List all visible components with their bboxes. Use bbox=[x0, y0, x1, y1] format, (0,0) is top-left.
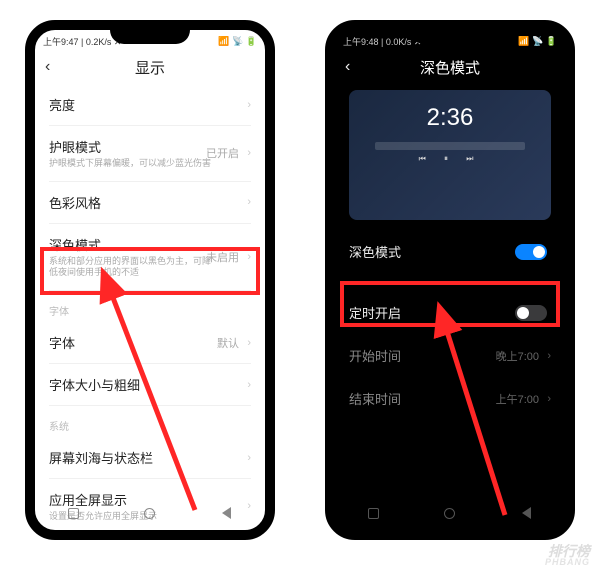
section-system: 系统 bbox=[49, 406, 251, 437]
media-controls-icon: ⏮ ⏸ ⏭ bbox=[375, 154, 525, 164]
row-fontsize[interactable]: 字体大小与粗细 › bbox=[49, 364, 251, 406]
row-eyecare[interactable]: 护眼模式 护眼模式下屏幕偏暖，可以减少蓝光伤害 已开启 › bbox=[49, 126, 251, 182]
chevron-right-icon: › bbox=[247, 147, 251, 159]
back-icon[interactable]: ‹ bbox=[345, 58, 350, 76]
notch bbox=[110, 28, 190, 44]
preview-clock: 2:36 bbox=[427, 104, 474, 132]
row-end-time[interactable]: 结束时间 上午7:00 › bbox=[349, 377, 551, 420]
toggle-off[interactable] bbox=[515, 305, 547, 321]
row-start-time[interactable]: 开始时间 晚上7:00 › bbox=[349, 334, 551, 377]
android-navbar bbox=[335, 500, 565, 526]
page-title: 深色模式 bbox=[420, 57, 480, 78]
header: ‹ 深色模式 bbox=[335, 50, 565, 84]
android-navbar bbox=[35, 500, 265, 526]
chevron-right-icon: › bbox=[247, 196, 251, 208]
chevron-right-icon: › bbox=[547, 393, 551, 405]
toggle-on[interactable] bbox=[515, 244, 547, 260]
row-darkmode[interactable]: 深色模式 系统和部分应用的界面以黑色为主，可降低夜间使用手机的不适 未启用 › bbox=[49, 224, 251, 291]
recent-key[interactable] bbox=[58, 506, 88, 520]
row-darkmode-toggle[interactable]: 深色模式 bbox=[349, 230, 551, 273]
row-notchbar[interactable]: 屏幕刘海与状态栏 › bbox=[49, 437, 251, 479]
chevron-right-icon: › bbox=[247, 251, 251, 263]
back-key[interactable] bbox=[212, 506, 242, 520]
chevron-right-icon: › bbox=[247, 379, 251, 391]
section-font: 字体 bbox=[49, 291, 251, 322]
watermark: 排行榜 PHBANG bbox=[545, 544, 590, 567]
chevron-right-icon: › bbox=[247, 99, 251, 111]
row-colorstyle[interactable]: 色彩风格 › bbox=[49, 182, 251, 224]
notch bbox=[410, 28, 490, 44]
row-font[interactable]: 字体 默认 › bbox=[49, 322, 251, 364]
row-brightness[interactable]: 亮度 › bbox=[49, 84, 251, 126]
home-key[interactable] bbox=[135, 506, 165, 520]
chevron-right-icon: › bbox=[247, 452, 251, 464]
phone-display-settings: 上午9:47 | 0.2K/s ✕ 📶 📡 🔋 ‹ 显示 亮度 › 护眼模式 护… bbox=[25, 20, 275, 540]
row-schedule-toggle[interactable]: 定时开启 bbox=[349, 291, 551, 334]
page-title: 显示 bbox=[135, 57, 165, 78]
home-key[interactable] bbox=[435, 506, 465, 520]
header: ‹ 显示 bbox=[35, 50, 265, 84]
back-key[interactable] bbox=[512, 506, 542, 520]
phone-darkmode-settings: 上午9:48 | 0.0K/s ✕ 📶 📡 🔋 ‹ 深色模式 2:36 ⏮ ⏸ … bbox=[325, 20, 575, 540]
chevron-right-icon: › bbox=[547, 350, 551, 362]
chevron-right-icon: › bbox=[247, 337, 251, 349]
darkmode-preview: 2:36 ⏮ ⏸ ⏭ bbox=[349, 90, 551, 220]
back-icon[interactable]: ‹ bbox=[45, 58, 50, 76]
recent-key[interactable] bbox=[358, 506, 388, 520]
